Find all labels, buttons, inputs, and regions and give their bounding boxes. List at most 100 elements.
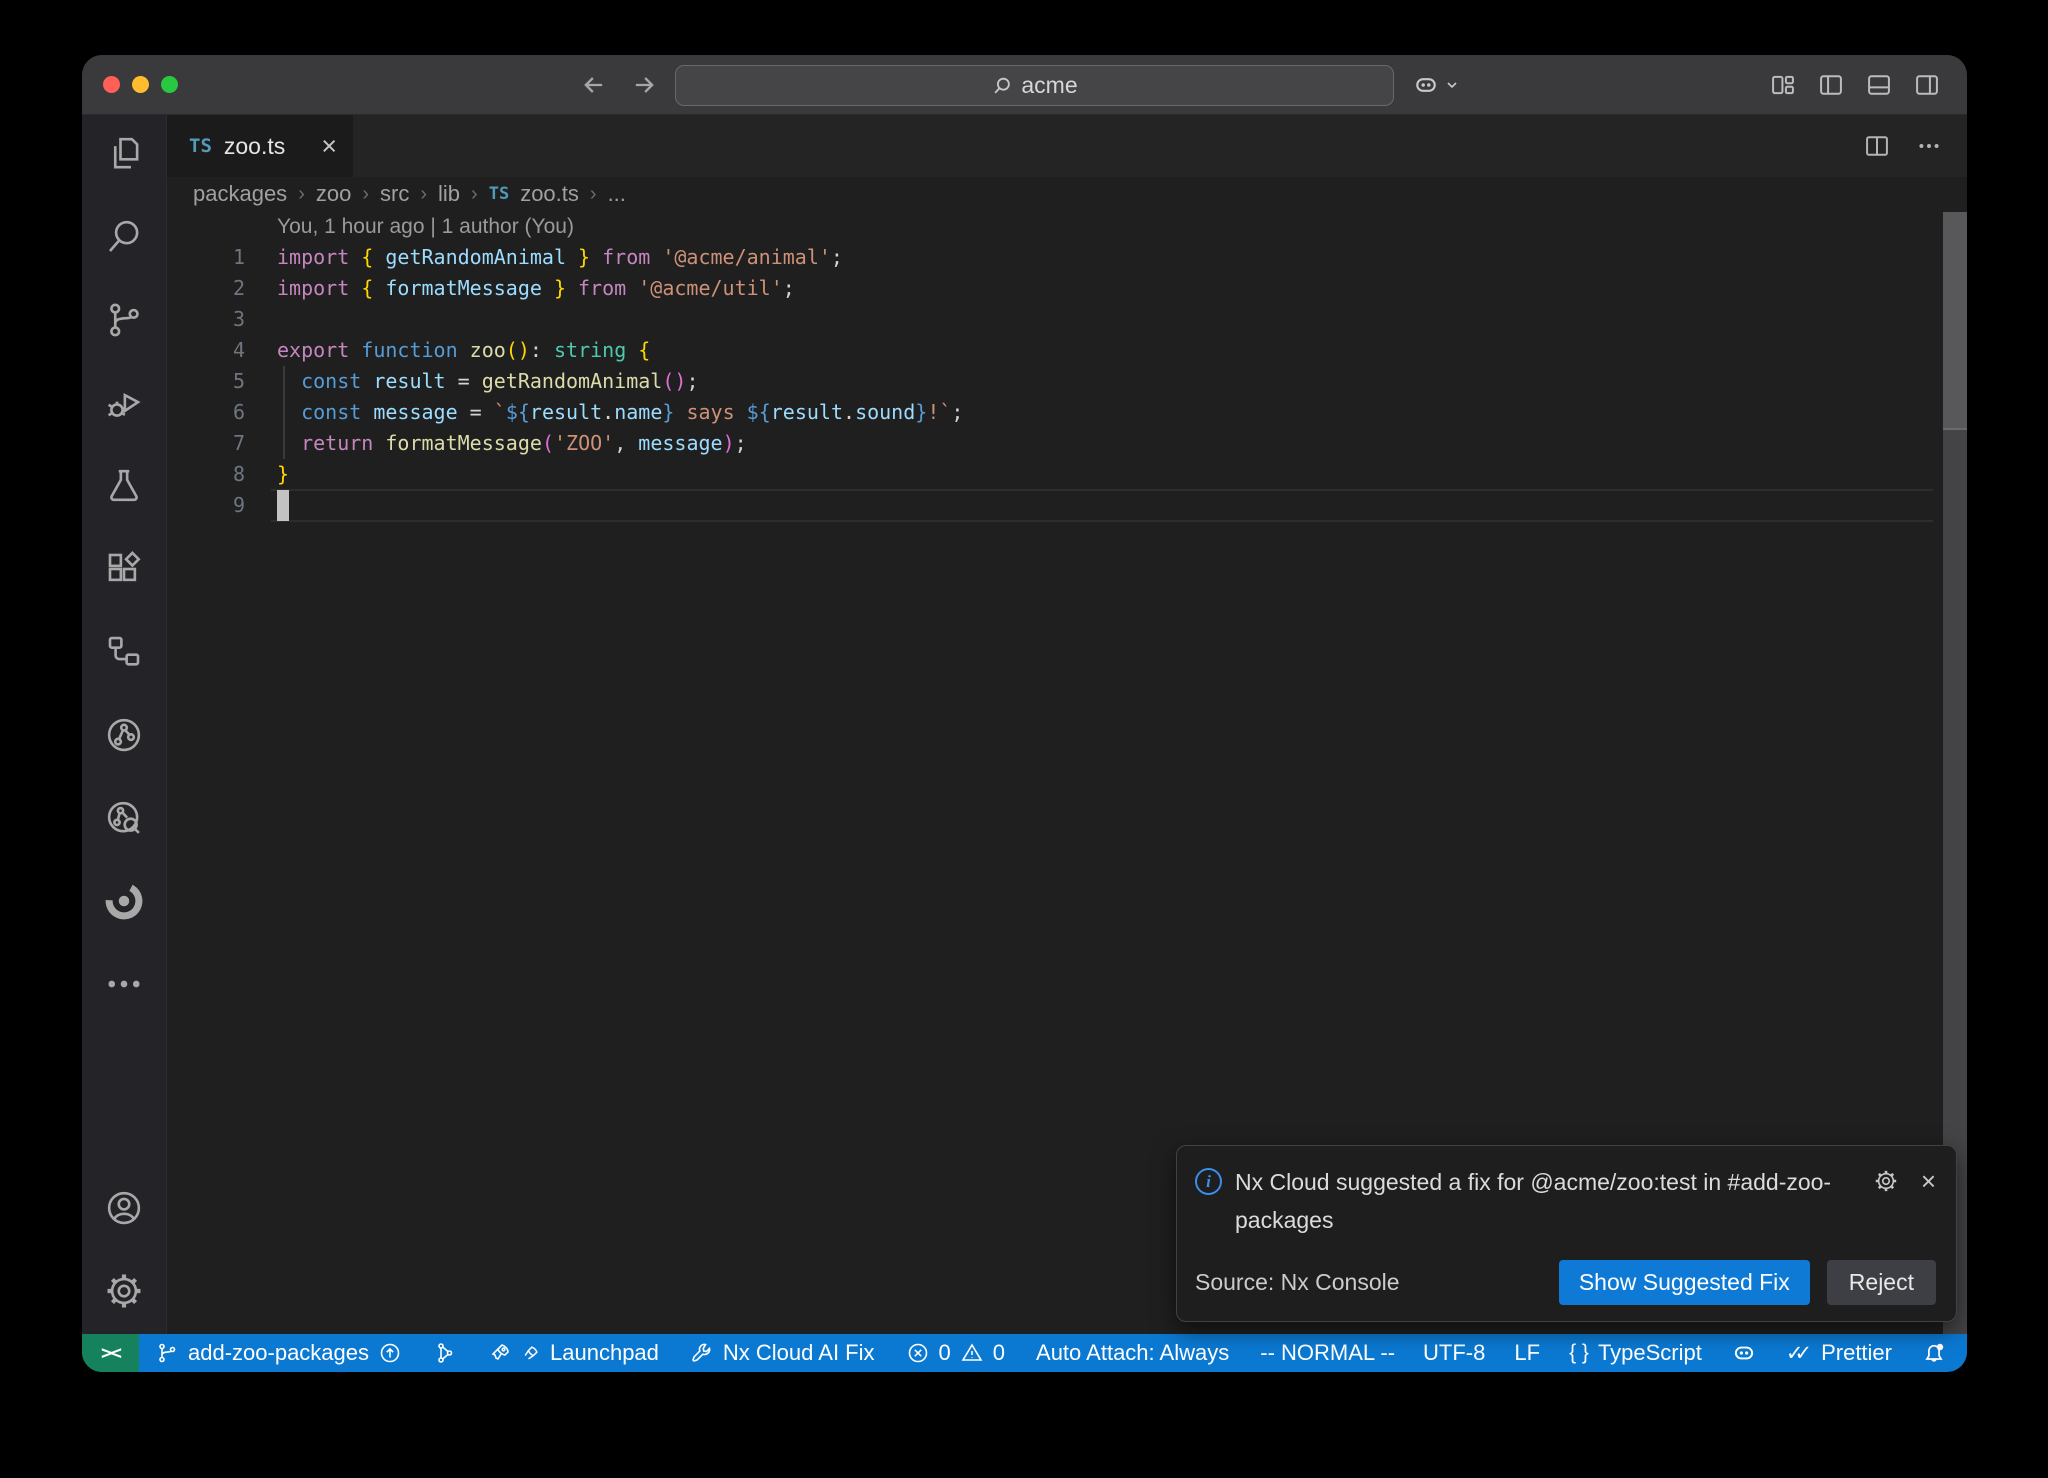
nx-fix-label: Nx Cloud AI Fix (723, 1340, 875, 1366)
code-line[interactable]: 5 const result = getRandomAnimal(); (167, 366, 1967, 397)
additional-views-icon[interactable] (101, 961, 147, 1007)
encoding-item[interactable]: UTF-8 (1423, 1340, 1485, 1366)
notifications-bell-item[interactable] (1921, 1340, 1947, 1366)
source-control-icon[interactable] (101, 297, 147, 343)
command-center-search[interactable]: acme (675, 65, 1394, 106)
code-line[interactable]: 3 (167, 304, 1967, 335)
line-number: 3 (167, 304, 245, 335)
show-suggested-fix-button[interactable]: Show Suggested Fix (1559, 1260, 1810, 1305)
nx-console-icon[interactable] (101, 712, 147, 758)
prettier-label: Prettier (1821, 1340, 1892, 1366)
git-blame-annotation: You, 1 hour ago | 1 author (You) (167, 211, 1967, 242)
breadcrumb-item[interactable]: src (380, 181, 409, 207)
auto-attach-item[interactable]: Auto Attach: Always (1036, 1340, 1229, 1366)
close-window-button[interactable] (103, 76, 120, 93)
language-mode-item[interactable]: { } TypeScript (1569, 1340, 1702, 1366)
screen-background: acme (0, 0, 2048, 1478)
run-and-debug-icon[interactable] (101, 380, 147, 426)
copilot-icon[interactable] (1412, 71, 1440, 99)
customize-layout-icon[interactable] (1769, 71, 1797, 99)
git-branch-item[interactable]: add-zoo-packages (155, 1340, 402, 1366)
graph-icon (433, 1341, 457, 1365)
code-line[interactable]: 4export function zoo(): string { (167, 335, 1967, 366)
eol-item[interactable]: LF (1514, 1340, 1540, 1366)
code-line[interactable]: 2import { formatMessage } from '@acme/ut… (167, 273, 1967, 304)
code-line[interactable]: 8} (167, 459, 1967, 490)
notification-settings-gear-icon[interactable] (1873, 1168, 1899, 1194)
close-notification-icon[interactable]: × (1921, 1168, 1936, 1194)
typescript-file-icon: TS (189, 135, 212, 157)
nx-cloud-icon[interactable] (101, 795, 147, 841)
edge-browser-icon[interactable] (101, 878, 147, 924)
editor-more-actions-icon[interactable] (1915, 132, 1943, 160)
info-icon: i (1195, 1168, 1222, 1195)
navigate-back-icon[interactable] (580, 71, 608, 99)
scrollbar-slider[interactable] (1943, 212, 1967, 430)
breadcrumb-item[interactable]: zoo.ts (520, 181, 579, 207)
explorer-icon[interactable] (101, 131, 147, 177)
chevron-right-icon: › (362, 183, 369, 206)
chevron-right-icon: › (471, 183, 478, 206)
chevron-right-icon: › (420, 183, 427, 206)
navigate-forward-icon[interactable] (630, 71, 658, 99)
launchpad-label: Launchpad (550, 1340, 659, 1366)
notification-source: Source: Nx Console (1195, 1269, 1400, 1296)
vscode-window: acme (82, 55, 1967, 1372)
close-tab-icon[interactable]: × (321, 133, 337, 160)
breadcrumb-item[interactable]: ... (608, 181, 626, 207)
source-control-graph-item[interactable] (433, 1341, 457, 1365)
code-line[interactable]: 6 const message = `${result.name} says $… (167, 397, 1967, 428)
breadcrumb-item[interactable]: zoo (316, 181, 351, 207)
breadcrumbs: packages › zoo › src › lib › TS zoo.ts ›… (167, 177, 1967, 211)
line-number: 6 (167, 397, 245, 428)
status-bar: >< add-zoo-packages Launchpad Nx C (82, 1334, 1967, 1372)
window-controls (103, 76, 178, 93)
problems-item[interactable]: 0 0 (906, 1340, 1006, 1366)
publish-cloud-icon (378, 1341, 402, 1365)
copilot-icon (1731, 1340, 1757, 1366)
search-text: acme (1021, 72, 1077, 99)
extensions-icon[interactable] (101, 546, 147, 592)
code-lines: 1import { getRandomAnimal } from '@acme/… (167, 242, 1967, 521)
minimize-window-button[interactable] (132, 76, 149, 93)
toggle-secondary-sidebar-icon[interactable] (1913, 71, 1941, 99)
warning-icon (960, 1341, 984, 1365)
activity-bar (82, 115, 167, 1334)
breadcrumb-item[interactable]: packages (193, 181, 287, 207)
rocket-icon (488, 1341, 512, 1365)
chevron-right-icon: › (298, 183, 305, 206)
testing-icon[interactable] (101, 463, 147, 509)
bell-dot-icon (1921, 1340, 1947, 1366)
tab-label: zoo.ts (224, 133, 285, 160)
vim-mode-item[interactable]: -- NORMAL -- (1260, 1340, 1395, 1366)
line-number: 7 (167, 428, 245, 459)
prettier-item[interactable]: ✓✓ Prettier (1786, 1340, 1892, 1366)
settings-gear-icon[interactable] (101, 1268, 147, 1314)
zoom-window-button[interactable] (161, 76, 178, 93)
launchpad-item[interactable]: Launchpad (488, 1340, 659, 1366)
code-line[interactable]: 7 return formatMessage('ZOO', message); (167, 428, 1967, 459)
reject-button[interactable]: Reject (1827, 1260, 1936, 1305)
copilot-status-item[interactable] (1731, 1340, 1757, 1366)
small-rocket-icon (521, 1343, 541, 1363)
toggle-primary-sidebar-icon[interactable] (1817, 71, 1845, 99)
breadcrumb-item[interactable]: lib (438, 181, 460, 207)
tab-bar: TS zoo.ts × (167, 115, 1967, 177)
search-icon[interactable] (101, 214, 147, 260)
nx-cloud-ai-fix-item[interactable]: Nx Cloud AI Fix (690, 1340, 875, 1366)
line-number: 4 (167, 335, 245, 366)
error-icon (906, 1341, 930, 1365)
code-line[interactable]: 1import { getRandomAnimal } from '@acme/… (167, 242, 1967, 273)
search-icon (991, 75, 1013, 97)
tab-zoo-ts[interactable]: TS zoo.ts × (167, 115, 353, 177)
project-structure-icon[interactable] (101, 629, 147, 675)
branch-name: add-zoo-packages (188, 1340, 369, 1366)
chevron-down-icon[interactable] (1444, 77, 1460, 93)
wrench-icon (690, 1341, 714, 1365)
code-line[interactable]: 9 (167, 490, 1967, 521)
split-editor-icon[interactable] (1863, 132, 1891, 160)
remote-indicator[interactable]: >< (82, 1334, 139, 1372)
editor-cursor (277, 490, 289, 521)
toggle-panel-icon[interactable] (1865, 71, 1893, 99)
accounts-icon[interactable] (101, 1185, 147, 1231)
